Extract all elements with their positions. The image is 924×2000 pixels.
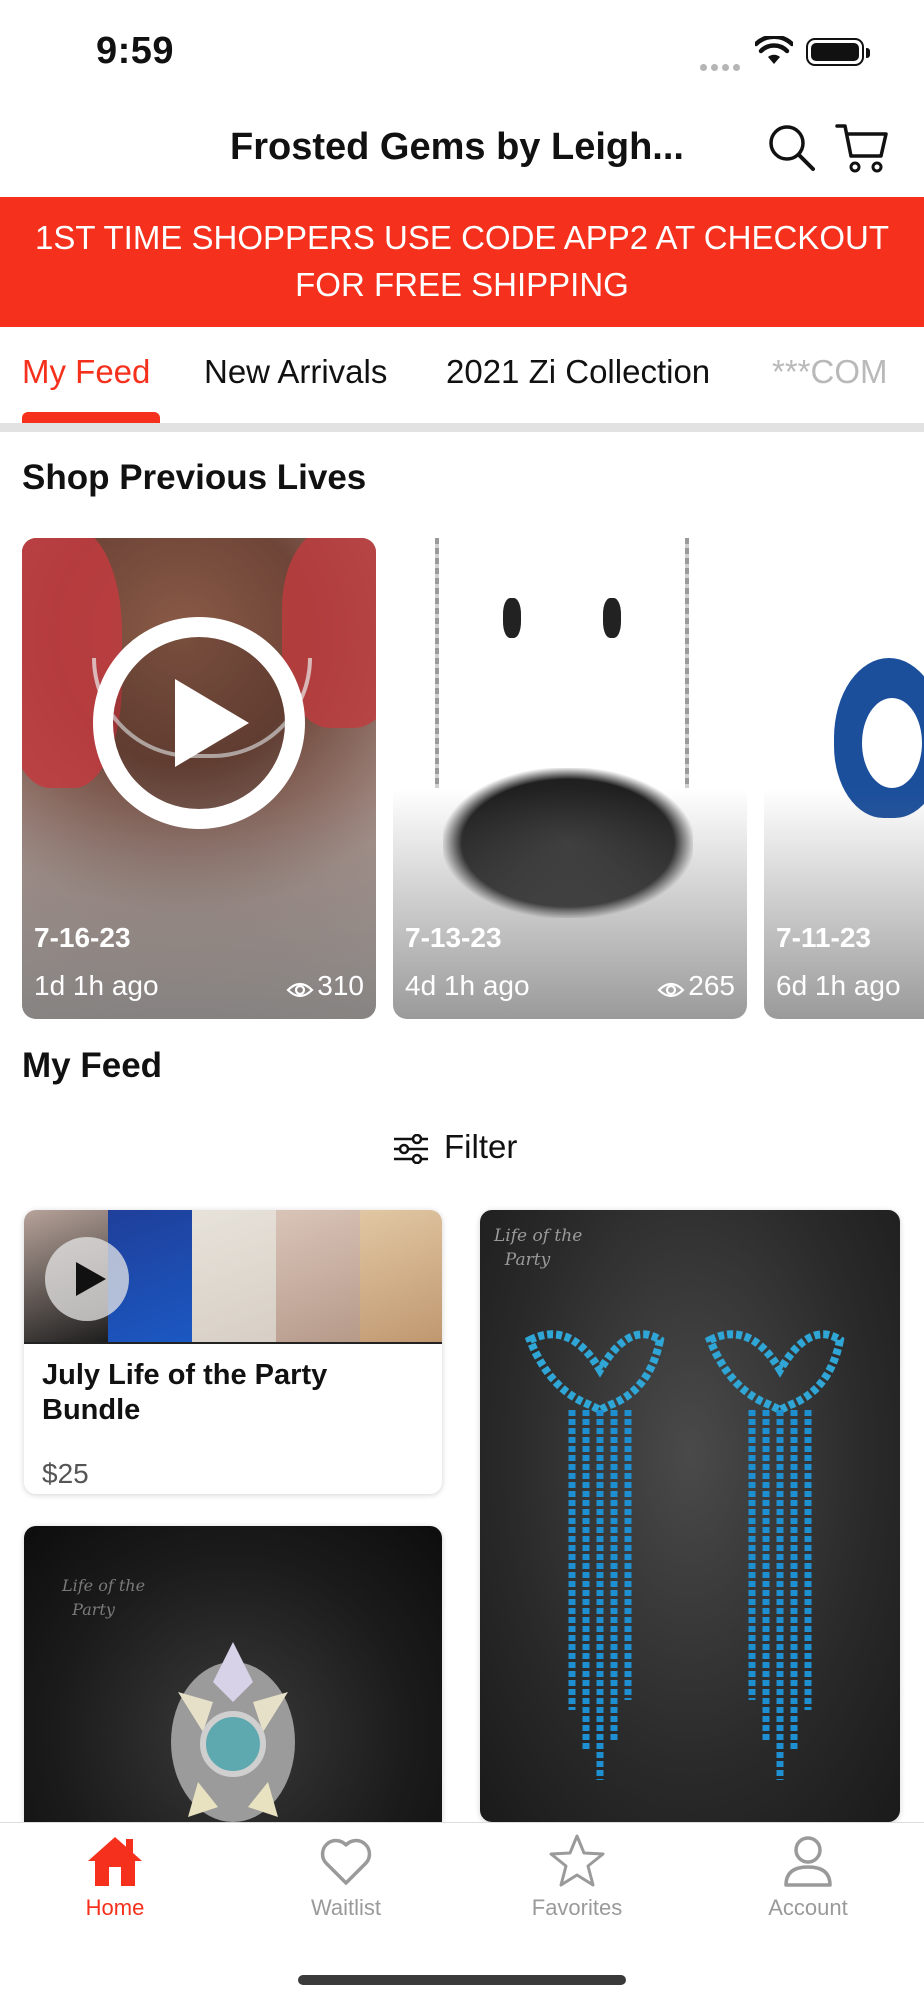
- live-card[interactable]: 7-13-23 4d 1h ago 265: [393, 538, 747, 1019]
- earring-image: [603, 598, 621, 638]
- live-card[interactable]: 7-16-23 1d 1h ago 310: [22, 538, 376, 1019]
- tab-new-arrivals[interactable]: New Arrivals: [204, 353, 387, 391]
- filter-button[interactable]: Filter: [392, 1128, 517, 1166]
- live-views-count: 310: [317, 970, 364, 1001]
- product-card[interactable]: Life of the Party: [24, 1526, 442, 1822]
- live-date: 7-13-23: [405, 922, 502, 953]
- earrings-image: [524, 1330, 845, 1780]
- live-views: 310: [286, 970, 364, 1002]
- necklace-chain-image: [685, 538, 689, 788]
- previous-lives-title: Shop Previous Lives: [22, 458, 367, 497]
- promo-line-1: 1ST TIME SHOPPERS USE CODE APP2 AT CHECK…: [35, 219, 889, 256]
- tab-my-feed[interactable]: My Feed: [22, 353, 150, 391]
- product-price: $25: [42, 1458, 89, 1489]
- live-date: 7-16-23: [34, 922, 131, 953]
- nav-home-label: Home: [85, 1895, 145, 1920]
- status-time: 9:59: [96, 30, 175, 72]
- product-card[interactable]: Life of the Party: [480, 1210, 900, 1822]
- home-icon: [88, 1837, 142, 1886]
- necklace-chain-image: [435, 538, 439, 788]
- promo-banner: 1ST TIME SHOPPERS USE CODE APP2 AT CHECK…: [0, 197, 924, 327]
- nav-favorites-label: Favorites: [531, 1895, 623, 1920]
- product-name: July Life of the Party Bundle: [42, 1359, 328, 1426]
- nav-waitlist[interactable]: Waitlist: [266, 1833, 426, 1921]
- star-icon: [549, 1834, 605, 1887]
- active-tab-indicator: [22, 412, 160, 423]
- signal-icon: [700, 58, 744, 76]
- eye-icon: [657, 982, 685, 998]
- live-date: 7-11-23: [776, 922, 871, 953]
- ring-image: [171, 1642, 295, 1822]
- bottom-navigation: Home Waitlist Favorites Account: [0, 1822, 924, 2000]
- tabs-divider: [0, 423, 924, 432]
- user-icon: [784, 1836, 832, 1887]
- battery-icon: [806, 38, 870, 66]
- cart-icon[interactable]: [834, 120, 890, 176]
- wifi-icon: [755, 36, 793, 64]
- eye-icon: [286, 982, 314, 998]
- nav-account[interactable]: Account: [728, 1833, 888, 1921]
- live-views-count: 265: [688, 970, 735, 1001]
- watermark-logo: Life of the Party: [62, 1576, 146, 1619]
- product-card[interactable]: July Life of the Party Bundle $25: [24, 1210, 442, 1494]
- earring-image: [503, 598, 521, 638]
- status-bar: 9:59: [0, 0, 924, 100]
- tab-2021-zi-collection[interactable]: 2021 Zi Collection: [446, 353, 710, 391]
- watermark-logo: Life of the Party: [494, 1226, 583, 1270]
- nav-home[interactable]: Home: [35, 1833, 195, 1921]
- filter-label: Filter: [444, 1128, 518, 1165]
- nav-account-label: Account: [768, 1895, 848, 1920]
- store-header: Frosted Gems by Leigh...: [0, 100, 924, 197]
- live-time-ago: 1d 1h ago: [34, 970, 159, 1001]
- category-tabs: My Feed New Arrivals 2021 Zi Collection …: [0, 327, 924, 423]
- home-indicator: [298, 1975, 626, 1985]
- play-icon[interactable]: [44, 1236, 130, 1322]
- store-title: Frosted Gems by Leigh...: [230, 126, 684, 168]
- live-views: 265: [657, 970, 735, 1002]
- tab-com[interactable]: ***COM: [772, 353, 888, 391]
- heart-icon: [320, 1838, 372, 1885]
- search-icon[interactable]: [766, 122, 818, 174]
- filter-icon: [394, 1133, 428, 1165]
- live-time-ago: 4d 1h ago: [405, 970, 530, 1001]
- play-icon[interactable]: [91, 615, 307, 831]
- nav-favorites[interactable]: Favorites: [497, 1833, 657, 1921]
- live-time-ago: 6d 1h ago: [776, 970, 901, 1001]
- live-card[interactable]: 7-11-23 6d 1h ago: [764, 538, 924, 1019]
- promo-line-2: FOR FREE SHIPPING: [295, 266, 629, 303]
- nav-waitlist-label: Waitlist: [310, 1895, 382, 1920]
- my-feed-title: My Feed: [22, 1046, 163, 1085]
